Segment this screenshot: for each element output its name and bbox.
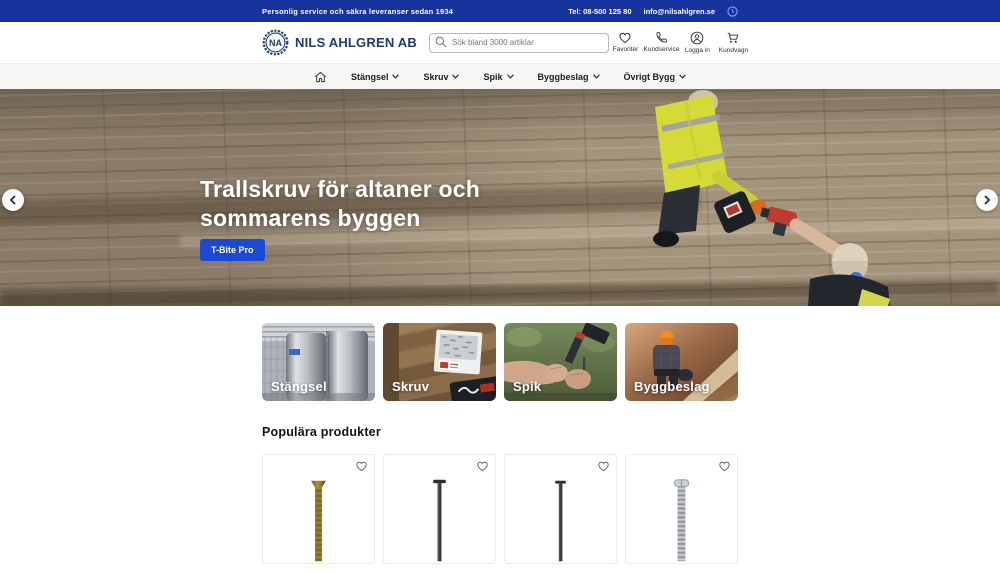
cart-label: Kundvagn [719, 47, 748, 54]
carousel-next-button[interactable] [976, 189, 998, 211]
home-icon [314, 71, 327, 83]
hero-title-line1: Trallskruv för altaner och [200, 176, 480, 202]
hero-title: Trallskruv för altaner och sommarens bygg… [200, 175, 480, 233]
customer-service-label: Kundservice [644, 46, 680, 53]
nav-item-label: Övrigt Bygg [624, 72, 676, 82]
product-image-black-nail [384, 465, 495, 573]
category-cards: Stängsel [262, 323, 738, 401]
login-label: Logga in [685, 47, 710, 54]
product-image-black-nail [505, 465, 616, 573]
nav-item-label: Spik [483, 72, 502, 82]
customer-service-button[interactable]: Kundservice [645, 31, 678, 54]
brand-name: NILS AHLGREN AB [295, 35, 417, 50]
nav-item-ovrigt-bygg[interactable]: Övrigt Bygg [624, 72, 687, 82]
search-input[interactable] [429, 33, 609, 53]
product-card[interactable] [504, 454, 617, 564]
product-card[interactable] [383, 454, 496, 564]
logo-badge-icon: NA [262, 29, 289, 56]
nav-item-byggbeslag[interactable]: Byggbeslag [538, 72, 600, 82]
category-card-stangsel[interactable]: Stängsel [262, 323, 375, 401]
phone-icon [655, 31, 668, 44]
nav-item-spik[interactable]: Spik [483, 72, 513, 82]
nav-item-label: Byggbeslag [538, 72, 589, 82]
chevron-down-icon [593, 74, 600, 79]
hero-banner: Trallskruv för altaner och sommarens bygg… [0, 89, 1000, 306]
search-icon [435, 36, 447, 48]
user-icon [690, 31, 704, 45]
hero-workers-photo [600, 89, 1000, 306]
category-card-byggbeslag[interactable]: Byggbeslag [625, 323, 738, 401]
product-image-brass-screw [263, 465, 374, 573]
topbar-tagline: Personlig service och säkra leveranser s… [262, 7, 453, 16]
main-nav: Stängsel Skruv Spik Byggbeslag Övrigt By… [0, 63, 1000, 89]
topbar: Personlig service och säkra leveranser s… [0, 0, 1000, 22]
brand-logo[interactable]: NA NILS AHLGREN AB [262, 29, 417, 56]
category-label: Skruv [392, 379, 429, 394]
carousel-prev-button[interactable] [2, 189, 24, 211]
favorites-button[interactable]: Favoriter [609, 31, 642, 54]
product-card[interactable] [262, 454, 375, 564]
hero-title-line2: sommarens byggen [200, 205, 421, 231]
header-actions: Favoriter Kundservice Logga in [609, 31, 750, 54]
cart-button[interactable]: Kundvagn [717, 31, 750, 54]
search-box [429, 32, 609, 53]
chevron-down-icon [392, 74, 399, 79]
favorites-label: Favoriter [613, 46, 639, 53]
opening-hours-button[interactable] [727, 6, 738, 17]
product-cards [262, 454, 738, 564]
nav-item-label: Stängsel [351, 72, 389, 82]
category-label: Spik [513, 379, 541, 394]
category-label: Stängsel [271, 379, 327, 394]
nav-item-label: Skruv [423, 72, 448, 82]
hero-cta-button[interactable]: T-Bite Pro [200, 239, 265, 261]
chevron-left-icon [9, 195, 17, 205]
login-button[interactable]: Logga in [681, 31, 714, 54]
cart-icon [726, 31, 740, 45]
chevron-down-icon [452, 74, 459, 79]
category-card-skruv[interactable]: Skruv [383, 323, 496, 401]
product-card[interactable] [625, 454, 738, 564]
category-card-spik[interactable]: Spik [504, 323, 617, 401]
nav-home-button[interactable] [314, 71, 327, 83]
product-image-silver-screw [626, 465, 737, 573]
category-label: Byggbeslag [634, 379, 710, 394]
chevron-down-icon [507, 74, 514, 79]
email-link[interactable]: info@nilsahlgren.se [644, 7, 716, 16]
chevron-down-icon [679, 74, 686, 79]
nav-item-stangsel[interactable]: Stängsel [351, 72, 400, 82]
main-header: NA NILS AHLGREN AB Favoriter Ku [0, 22, 1000, 63]
logo-monogram: NA [269, 38, 282, 48]
popular-products-heading: Populära produkter [262, 425, 738, 439]
chevron-right-icon [983, 195, 991, 205]
nav-item-skruv[interactable]: Skruv [423, 72, 459, 82]
phone-link[interactable]: Tel: 08-500 125 80 [568, 7, 631, 16]
heart-icon [618, 31, 632, 44]
clock-icon [727, 6, 738, 17]
